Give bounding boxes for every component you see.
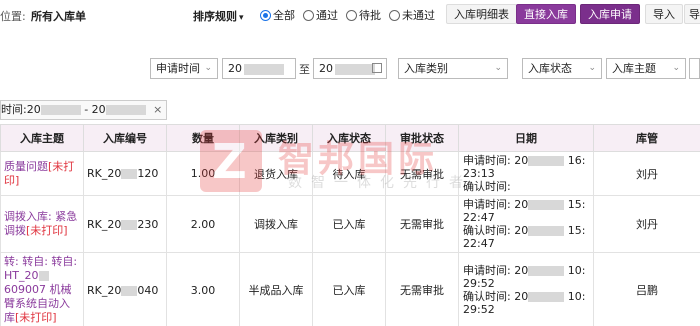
approval-cell: 无需审批 bbox=[385, 252, 459, 326]
radio-dot-icon bbox=[303, 9, 314, 21]
chevron-down-icon: ⌄ bbox=[494, 63, 502, 73]
date-from-input[interactable]: 20 bbox=[222, 58, 296, 79]
inbound-detail-table-button[interactable]: 入库明细表 bbox=[446, 4, 517, 24]
chevron-down-icon: ▾ bbox=[239, 13, 244, 23]
date-filter-chip: 时间:20 - 20 × bbox=[0, 100, 168, 120]
keeper-cell: 吕鹏 bbox=[593, 252, 700, 326]
quantity-cell: 1.00 bbox=[166, 151, 240, 196]
subject-cell[interactable]: 调拨入库: 紧急调拨[未打印] bbox=[0, 195, 84, 253]
column-header-keeper[interactable]: 库管 bbox=[593, 124, 700, 152]
inbound-status-select[interactable]: 入库状态 ⌄ bbox=[522, 58, 602, 79]
direct-inbound-button[interactable]: 直接入库 bbox=[516, 4, 576, 24]
subject-cell[interactable]: 转: 转自: 转自: HT_20 609007 机械臂系统自动入库[未打印] bbox=[0, 252, 84, 326]
chevron-down-icon: ⌄ bbox=[204, 63, 212, 73]
redacted-area bbox=[121, 169, 138, 179]
calendar-icon[interactable] bbox=[372, 63, 382, 73]
redacted-area bbox=[121, 219, 138, 230]
redacted-area bbox=[335, 63, 375, 75]
inbound-table: 入库主题 入库编号 数量 入库类别 入库状态 审批状态 日期 库管 质量问题[未… bbox=[0, 124, 700, 326]
column-header-quantity[interactable]: 数量 bbox=[166, 124, 240, 152]
inbound-category-select[interactable]: 入库类别 ⌄ bbox=[398, 58, 508, 79]
table-row[interactable]: 转: 转自: 转自: HT_20 609007 机械臂系统自动入库[未打印] R… bbox=[0, 252, 700, 326]
redacted-area bbox=[528, 266, 565, 276]
location-value: 所有入库单 bbox=[31, 10, 86, 23]
redacted-area bbox=[40, 105, 81, 115]
table-header-row: 入库主题 入库编号 数量 入库类别 入库状态 审批状态 日期 库管 bbox=[0, 124, 700, 152]
table-row[interactable]: 调拨入库: 紧急调拨[未打印] RK_20 230 2.00 调拨入库 已入库 无… bbox=[0, 195, 700, 253]
redacted-area bbox=[528, 156, 565, 166]
category-cell: 调拨入库 bbox=[239, 195, 313, 253]
chevron-down-icon: ⌄ bbox=[672, 63, 680, 73]
redacted-area bbox=[244, 63, 284, 75]
export-button[interactable]: 导 bbox=[684, 4, 700, 24]
radio-pending[interactable]: 待批 bbox=[346, 7, 381, 23]
status-cell: 已入库 bbox=[312, 252, 386, 326]
unprinted-tag: [未打印] bbox=[26, 224, 68, 237]
chevron-down-icon: ⌄ bbox=[588, 63, 596, 73]
approval-filter-radio-group: 全部 通过 待批 未通过 bbox=[260, 7, 435, 23]
quantity-cell: 3.00 bbox=[166, 252, 240, 326]
category-cell: 半成品入库 bbox=[239, 252, 313, 326]
radio-all[interactable]: 全部 bbox=[260, 7, 295, 23]
approval-cell: 无需审批 bbox=[385, 151, 459, 196]
date-cell: 申请时间: 20 15: 22:47 确认时间: 20 15: 22:47 bbox=[458, 195, 594, 253]
radio-dot-icon bbox=[260, 9, 271, 21]
close-icon[interactable]: × bbox=[153, 103, 162, 116]
inbound-subject-select[interactable]: 入库主题 ⌄ bbox=[606, 58, 686, 79]
code-cell: RK_20 040 bbox=[83, 252, 167, 326]
category-cell: 退货入库 bbox=[239, 151, 313, 196]
column-header-code[interactable]: 入库编号 bbox=[83, 124, 167, 152]
column-header-status[interactable]: 入库状态 bbox=[312, 124, 386, 152]
column-header-subject[interactable]: 入库主题 bbox=[0, 124, 84, 152]
time-type-select[interactable]: 申请时间 ⌄ bbox=[150, 58, 218, 79]
radio-dot-icon bbox=[389, 9, 400, 21]
import-button[interactable]: 导入 bbox=[645, 4, 683, 24]
active-filter-chips: 时间:20 - 20 × bbox=[0, 100, 168, 120]
extra-filter-input[interactable] bbox=[689, 58, 700, 79]
column-header-approval[interactable]: 审批状态 bbox=[385, 124, 459, 152]
redacted-area bbox=[528, 200, 565, 210]
quantity-cell: 2.00 bbox=[166, 195, 240, 253]
date-cell: 申请时间: 20 10: 29:52 确认时间: 20 10: 29:52 bbox=[458, 252, 594, 326]
unprinted-tag: [未打印] bbox=[15, 311, 57, 324]
keeper-cell: 刘丹 bbox=[593, 151, 700, 196]
approval-cell: 无需审批 bbox=[385, 195, 459, 253]
redacted-area bbox=[38, 271, 49, 281]
radio-dot-icon bbox=[346, 9, 357, 21]
location-label: 位置: bbox=[0, 10, 26, 23]
date-cell: 申请时间: 20 16: 23:13 确认时间: bbox=[458, 151, 594, 196]
keeper-cell: 刘丹 bbox=[593, 195, 700, 253]
status-cell: 待入库 bbox=[312, 151, 386, 196]
subject-cell[interactable]: 质量问题[未打印] bbox=[0, 151, 84, 196]
column-header-category[interactable]: 入库类别 bbox=[239, 124, 313, 152]
code-cell: RK_20 120 bbox=[83, 151, 167, 196]
filter-bar: 申请时间 ⌄ 20 至 20 入库类别 ⌄ 入库状态 ⌄ 入库主题 ⌄ bbox=[0, 58, 700, 80]
sort-rule-dropdown[interactable]: 排序规则 ▾ bbox=[193, 8, 244, 24]
redacted-area bbox=[105, 105, 146, 115]
date-range-separator: 至 bbox=[299, 63, 310, 76]
radio-rejected[interactable]: 未通过 bbox=[389, 7, 435, 23]
inbound-request-button[interactable]: 入库申请 bbox=[580, 4, 640, 24]
status-cell: 已入库 bbox=[312, 195, 386, 253]
redacted-area bbox=[528, 292, 565, 302]
redacted-area bbox=[121, 285, 138, 296]
table-row[interactable]: 质量问题[未打印] RK_20 120 1.00 退货入库 待入库 无需审批 申请… bbox=[0, 151, 700, 196]
date-to-input[interactable]: 20 bbox=[313, 58, 387, 79]
column-header-date[interactable]: 日期 bbox=[458, 124, 594, 152]
redacted-area bbox=[528, 226, 565, 236]
top-bar: 位置: 所有入库单 排序规则 ▾ 全部 通过 待批 未通过 入库明细表 直接入库 … bbox=[0, 0, 700, 30]
radio-approved[interactable]: 通过 bbox=[303, 7, 338, 23]
code-cell: RK_20 230 bbox=[83, 195, 167, 253]
